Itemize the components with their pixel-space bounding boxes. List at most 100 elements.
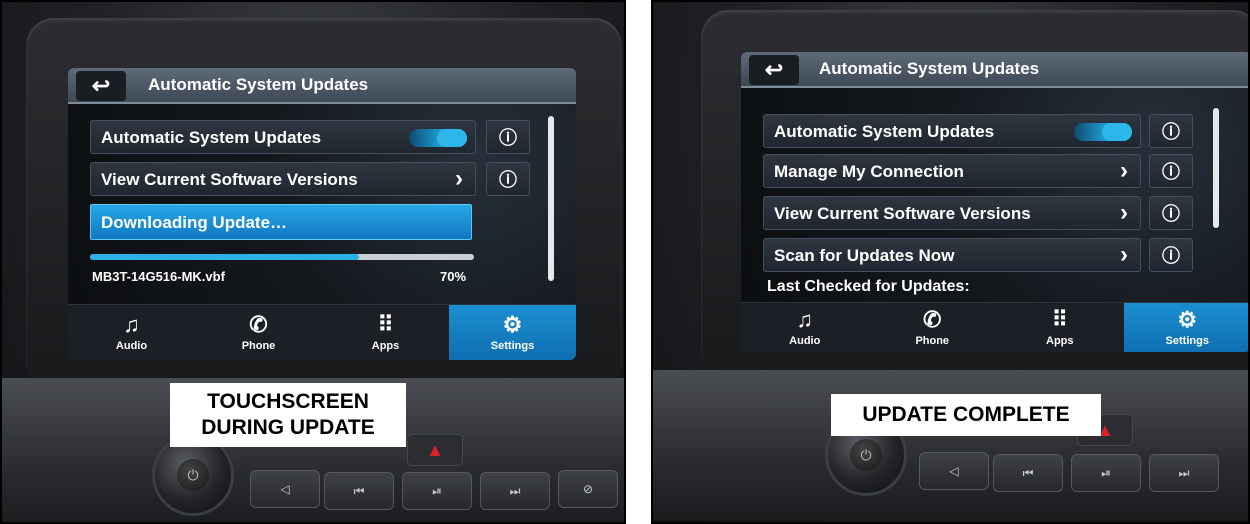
center-console: ⏻ ▲ ◁ ⏮ ⏯ ⏭ <box>653 370 1248 520</box>
row-label: Scan for Updates Now <box>774 246 955 265</box>
info-icon: ⓘ <box>1162 246 1180 266</box>
touchscreen: ↩ Automatic System Updates Automatic Sys… <box>741 52 1248 352</box>
back-button[interactable]: ↩ <box>76 71 126 101</box>
gear-icon: ⚙ <box>502 312 523 337</box>
nav-phone[interactable]: ✆ Phone <box>195 305 322 360</box>
play-pause-button[interactable]: ⏯ <box>402 472 472 510</box>
next-track-button[interactable]: ⏭ <box>1149 454 1219 492</box>
manage-connection-info-button[interactable]: ⓘ <box>1149 154 1193 188</box>
hazard-button[interactable]: ▲ <box>407 434 463 466</box>
nav-label: Settings <box>490 340 535 352</box>
previous-track-button[interactable]: ⏮ <box>324 472 394 510</box>
progress-percent: 70% <box>440 269 467 284</box>
row-label: View Current Software Versions <box>774 204 1031 223</box>
previous-track-icon: ⏮ <box>1022 465 1034 480</box>
nav-audio[interactable]: ♫ Audio <box>741 303 869 352</box>
nav-label: Phone <box>241 340 276 352</box>
previous-track-icon: ⏮ <box>353 483 365 498</box>
mute-button[interactable]: ◁ <box>250 470 320 508</box>
chevron-right-icon: › <box>1120 199 1128 226</box>
back-icon: ↩ <box>764 57 784 82</box>
info-icon: ⓘ <box>1162 162 1180 182</box>
bottom-nav-bar: ♫ Audio ✆ Phone ⠿ Apps ⚙ Settings <box>741 302 1248 352</box>
downloading-update-row: Downloading Update… <box>90 204 472 240</box>
play-pause-icon: ⏯ <box>432 483 442 498</box>
view-software-versions-row[interactable]: View Current Software Versions › <box>763 196 1141 230</box>
scan-updates-info-button[interactable]: ⓘ <box>1149 238 1193 272</box>
manage-connection-row[interactable]: Manage My Connection › <box>763 154 1141 188</box>
screen-off-icon: ⊘ <box>582 482 594 496</box>
download-label: Downloading Update… <box>101 213 288 232</box>
caption-line: DURING UPDATE <box>201 416 375 439</box>
nav-settings[interactable]: ⚙ Settings <box>1123 303 1248 352</box>
last-checked-label: Last Checked for Updates: <box>767 278 970 295</box>
left-photo-panel: ↩ Automatic System Updates Automatic Sys… <box>0 0 626 524</box>
nav-label: Settings <box>1165 335 1209 347</box>
hazard-icon: ▲ <box>426 439 444 460</box>
view-versions-info-button[interactable]: ⓘ <box>486 162 530 196</box>
power-icon: ⏻ <box>177 459 209 491</box>
auto-updates-row[interactable]: Automatic System Updates <box>90 120 476 154</box>
gear-icon: ⚙ <box>1177 307 1198 332</box>
music-note-icon: ♫ <box>123 312 140 337</box>
auto-updates-row[interactable]: Automatic System Updates <box>763 114 1141 148</box>
scrollbar[interactable] <box>548 116 554 281</box>
nav-label: Apps <box>1046 335 1074 347</box>
info-icon: ⓘ <box>499 128 517 148</box>
next-track-button[interactable]: ⏭ <box>480 472 550 510</box>
view-versions-info-button[interactable]: ⓘ <box>1149 196 1193 230</box>
info-icon: ⓘ <box>1162 122 1180 142</box>
progress-fill <box>90 254 359 260</box>
auto-updates-info-button[interactable]: ⓘ <box>1149 114 1193 148</box>
mute-button[interactable]: ◁ <box>919 452 989 490</box>
toggle-knob <box>437 129 467 147</box>
caption-update-complete: UPDATE COMPLETE <box>831 394 1101 436</box>
scrollbar[interactable] <box>1213 108 1219 228</box>
title-bar: ↩ Automatic System Updates <box>741 52 1248 88</box>
touchscreen: ↩ Automatic System Updates Automatic Sys… <box>68 68 576 360</box>
bottom-nav-bar: ♫ Audio ✆ Phone ⠿ Apps ⚙ Settings <box>68 304 576 360</box>
chevron-right-icon: › <box>1120 241 1128 268</box>
file-name: MB3T-14G516-MK.vbf <box>92 269 225 284</box>
nav-settings[interactable]: ⚙ Settings <box>449 305 576 360</box>
title-bar: ↩ Automatic System Updates <box>68 68 576 104</box>
speaker-icon: ◁ <box>280 482 290 496</box>
back-button[interactable]: ↩ <box>749 55 799 85</box>
view-software-versions-row[interactable]: View Current Software Versions › <box>90 162 476 196</box>
nav-label: Phone <box>915 335 950 347</box>
nav-audio[interactable]: ♫ Audio <box>68 305 195 360</box>
auto-updates-info-button[interactable]: ⓘ <box>486 120 530 154</box>
previous-track-button[interactable]: ⏮ <box>993 454 1063 492</box>
nav-label: Apps <box>371 340 400 352</box>
nav-apps[interactable]: ⠿ Apps <box>322 305 449 360</box>
speaker-icon: ◁ <box>949 464 959 478</box>
next-track-icon: ⏭ <box>509 483 521 498</box>
nav-apps[interactable]: ⠿ Apps <box>996 303 1124 352</box>
phone-icon: ✆ <box>249 312 268 337</box>
screen-title: Automatic System Updates <box>148 75 369 94</box>
row-label: View Current Software Versions <box>101 170 358 189</box>
row-label: Automatic System Updates <box>101 128 322 147</box>
phone-icon: ✆ <box>923 307 942 332</box>
next-track-icon: ⏭ <box>1178 465 1190 480</box>
auto-updates-toggle[interactable] <box>1074 123 1132 141</box>
nav-phone[interactable]: ✆ Phone <box>869 303 997 352</box>
right-photo-panel: ↩ Automatic System Updates Automatic Sys… <box>651 0 1250 524</box>
screen-off-button[interactable]: ⊘ <box>558 470 618 508</box>
power-icon: ⏻ <box>850 439 882 471</box>
scan-for-updates-row[interactable]: Scan for Updates Now › <box>763 238 1141 272</box>
chevron-right-icon: › <box>1120 157 1128 184</box>
play-pause-button[interactable]: ⏯ <box>1071 454 1141 492</box>
apps-grid-icon: ⠿ <box>1051 307 1068 332</box>
row-label: Manage My Connection <box>774 162 964 181</box>
back-icon: ↩ <box>91 73 111 98</box>
play-pause-icon: ⏯ <box>1101 465 1111 480</box>
row-label: Automatic System Updates <box>774 122 995 141</box>
music-note-icon: ♫ <box>796 307 814 332</box>
apps-grid-icon: ⠿ <box>377 312 394 337</box>
auto-updates-toggle[interactable] <box>409 129 467 147</box>
toggle-knob <box>1102 123 1132 141</box>
nav-label: Audio <box>789 335 821 347</box>
info-icon: ⓘ <box>499 170 517 190</box>
screen-title: Automatic System Updates <box>819 59 1040 78</box>
